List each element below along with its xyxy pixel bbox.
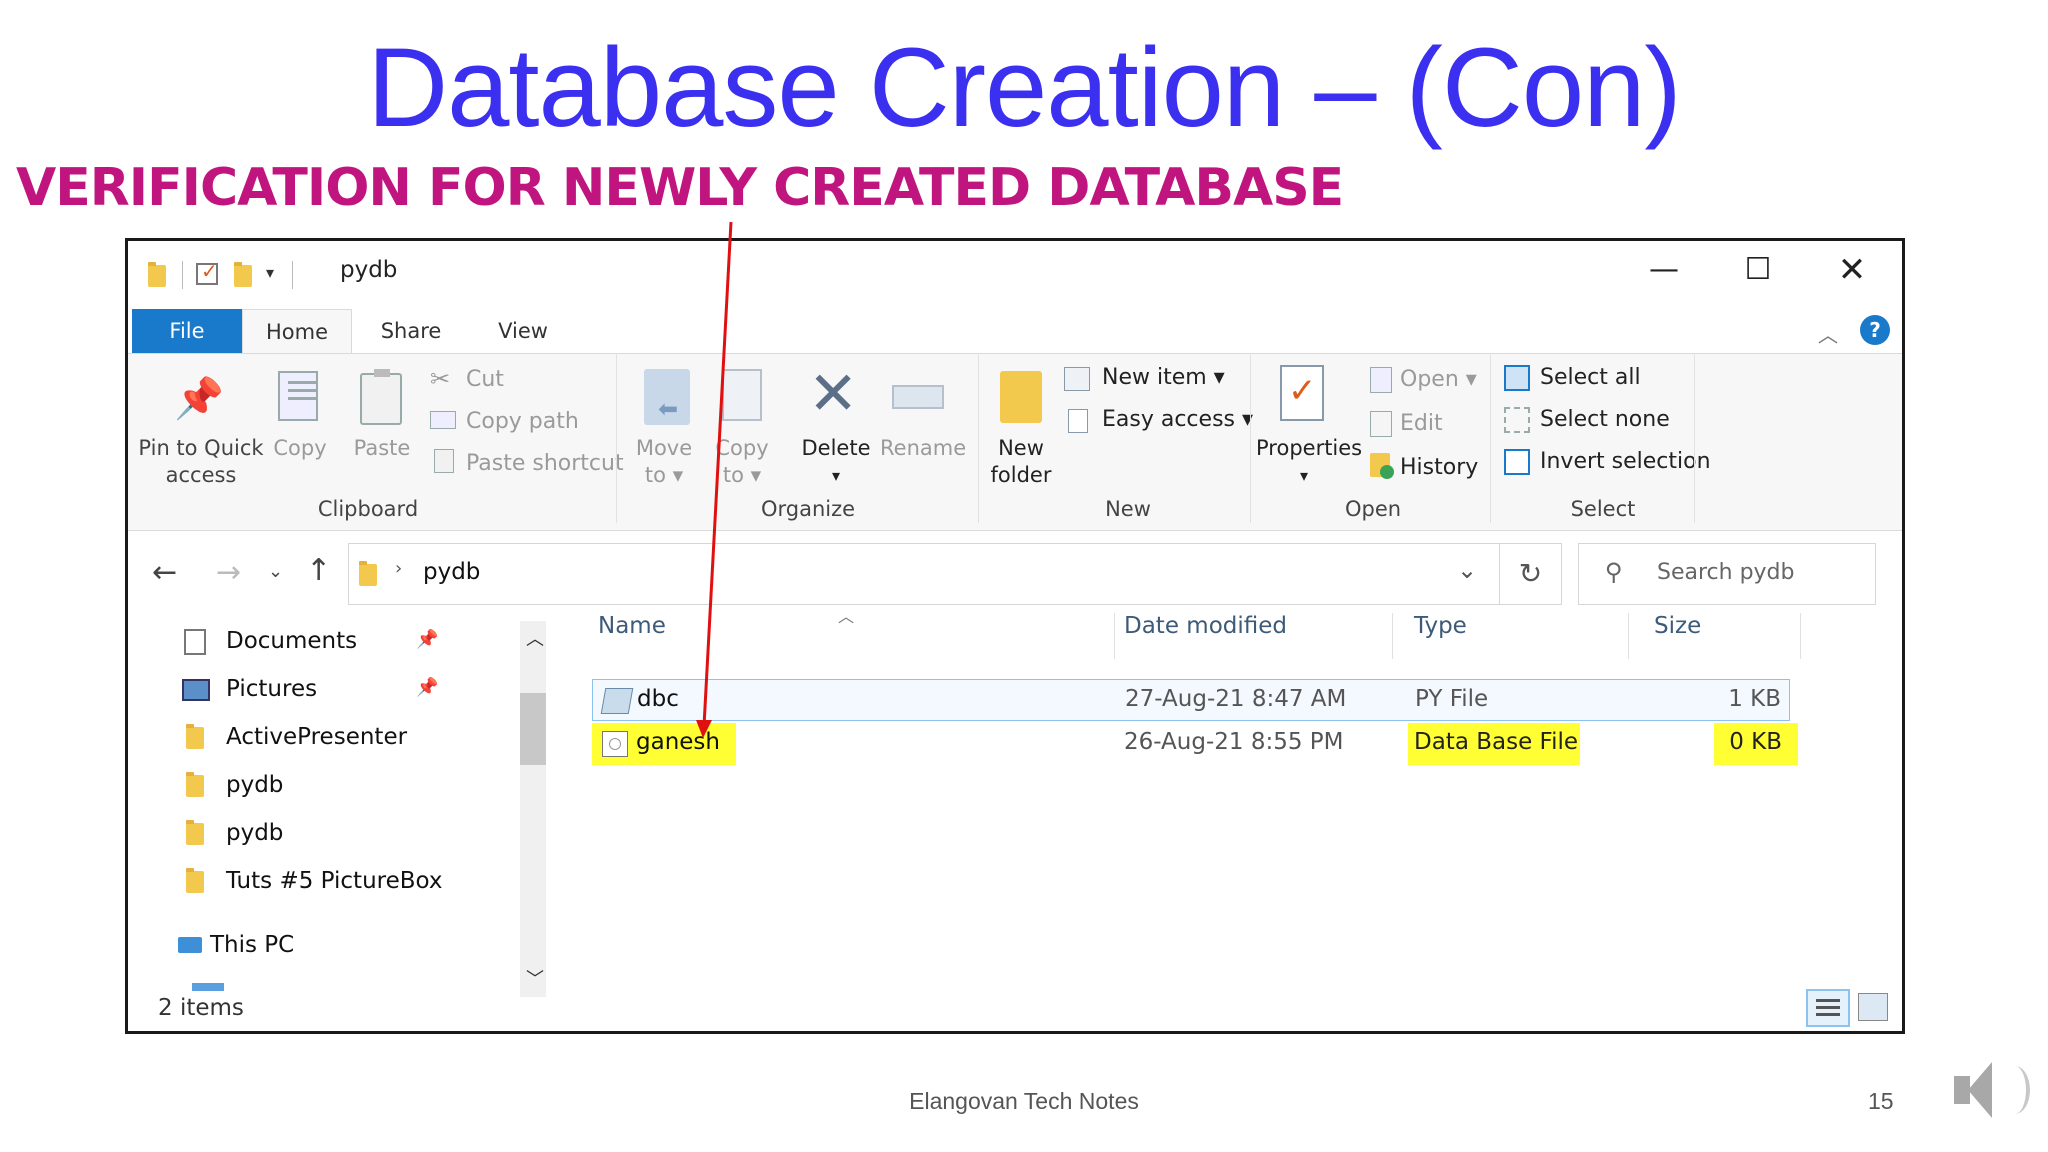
slide-page-number: 15 [1868,1088,1894,1114]
speaker-icon[interactable] [1946,1050,2036,1130]
slide-footer: Elangovan Tech Notes [909,1088,1139,1114]
annotation-arrow [696,221,733,738]
